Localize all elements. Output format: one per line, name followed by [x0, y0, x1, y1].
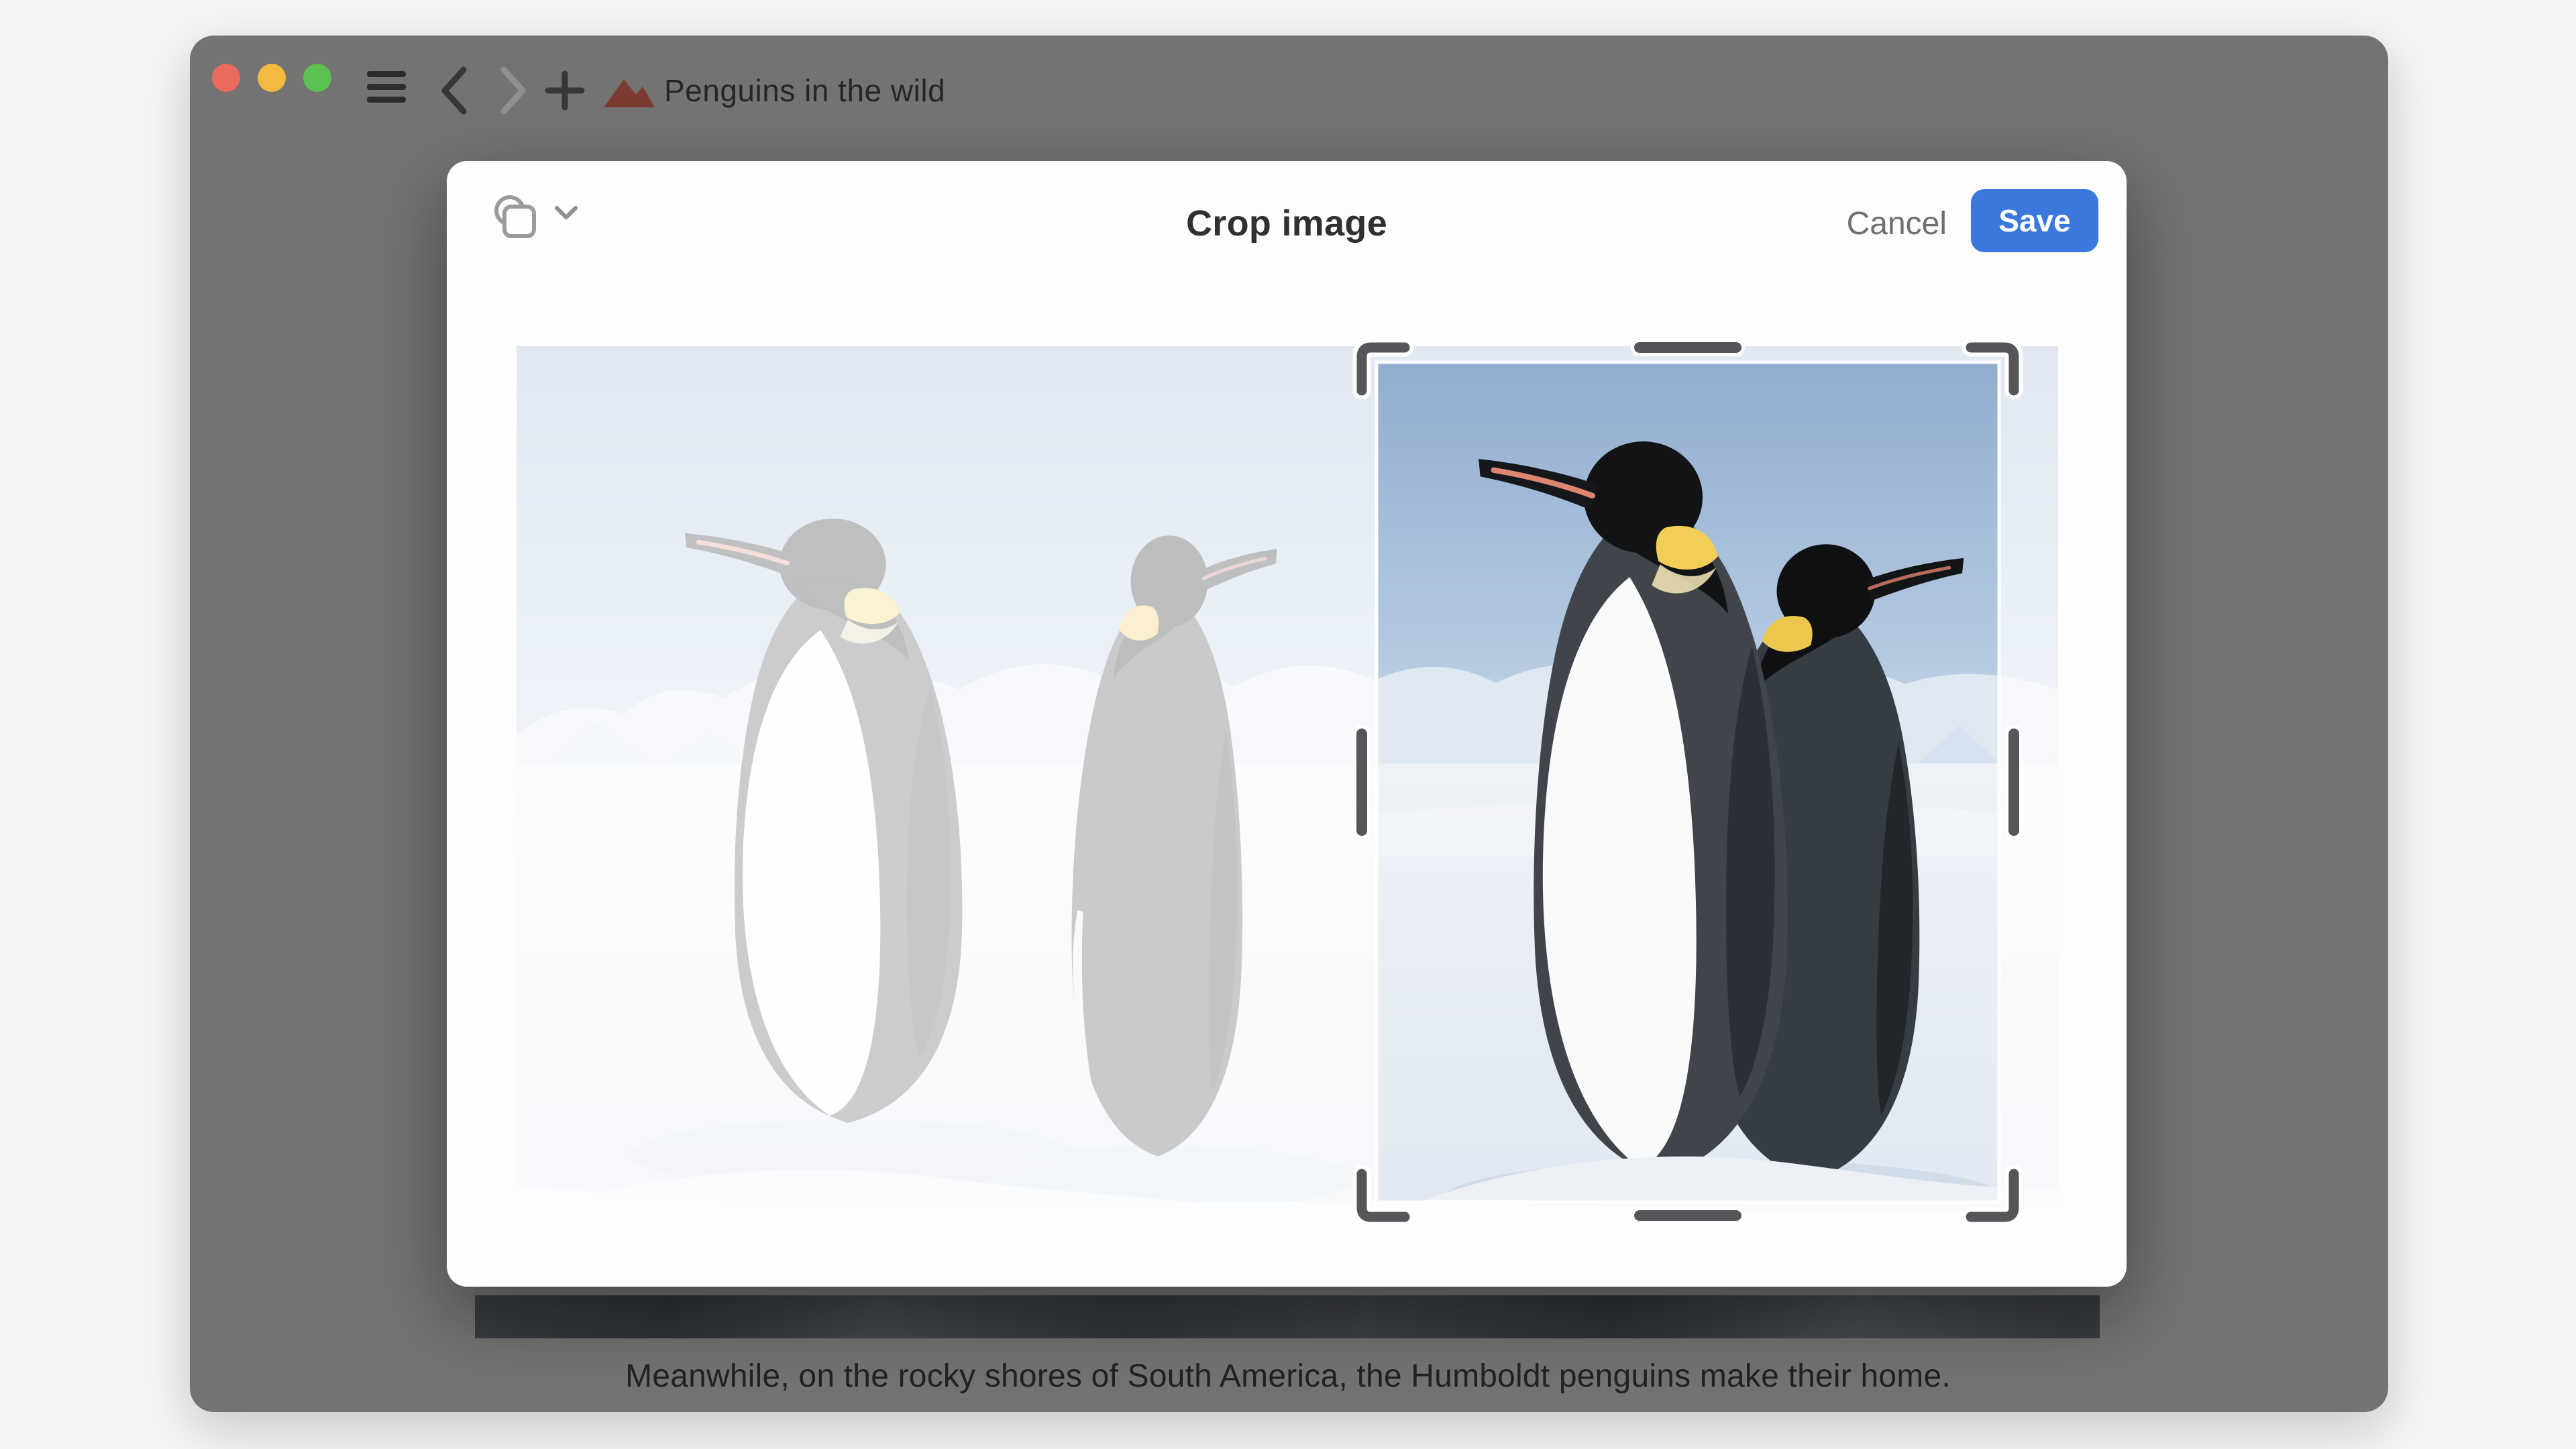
cancel-button[interactable]: Cancel: [1847, 205, 1947, 242]
document-caption: Meanwhile, on the rocky shores of South …: [476, 1358, 2100, 1395]
crop-handle-top[interactable]: [1631, 339, 1745, 356]
crop-dim-wash: [517, 346, 2058, 1214]
document-photo-bottom-edge: [475, 1295, 2100, 1338]
crop-overlay: [476, 306, 2098, 1254]
menu-icon[interactable]: [367, 71, 406, 103]
crop-handle-bottom-left[interactable]: [1362, 1174, 1405, 1217]
crop-image-modal: Crop image Cancel Save: [447, 161, 2127, 1287]
crop-handle-bottom[interactable]: [1631, 1207, 1745, 1224]
save-button[interactable]: Save: [1971, 189, 2098, 252]
traffic-light-zoom-icon[interactable]: [303, 64, 331, 92]
traffic-light-close-icon[interactable]: [212, 64, 240, 92]
add-page-icon[interactable]: [546, 72, 584, 109]
traffic-light-minimize-icon[interactable]: [258, 64, 286, 92]
crop-handle-left[interactable]: [1353, 725, 1371, 839]
crop-handle-bottom-right[interactable]: [1971, 1174, 2014, 1217]
crop-selection-region[interactable]: [1377, 362, 1999, 1202]
window-title: Penguins in the wild: [664, 72, 945, 109]
crop-handle-right[interactable]: [2005, 725, 2023, 839]
back-icon[interactable]: [445, 70, 464, 111]
crop-image-canvas: [517, 346, 2058, 1214]
crop-handle-top-left[interactable]: [1362, 347, 1405, 390]
mountain-doc-icon: [602, 76, 656, 109]
forward-icon[interactable]: [504, 70, 523, 111]
nav-arrows: [439, 67, 533, 114]
crop-handle-top-right[interactable]: [1971, 347, 2014, 390]
